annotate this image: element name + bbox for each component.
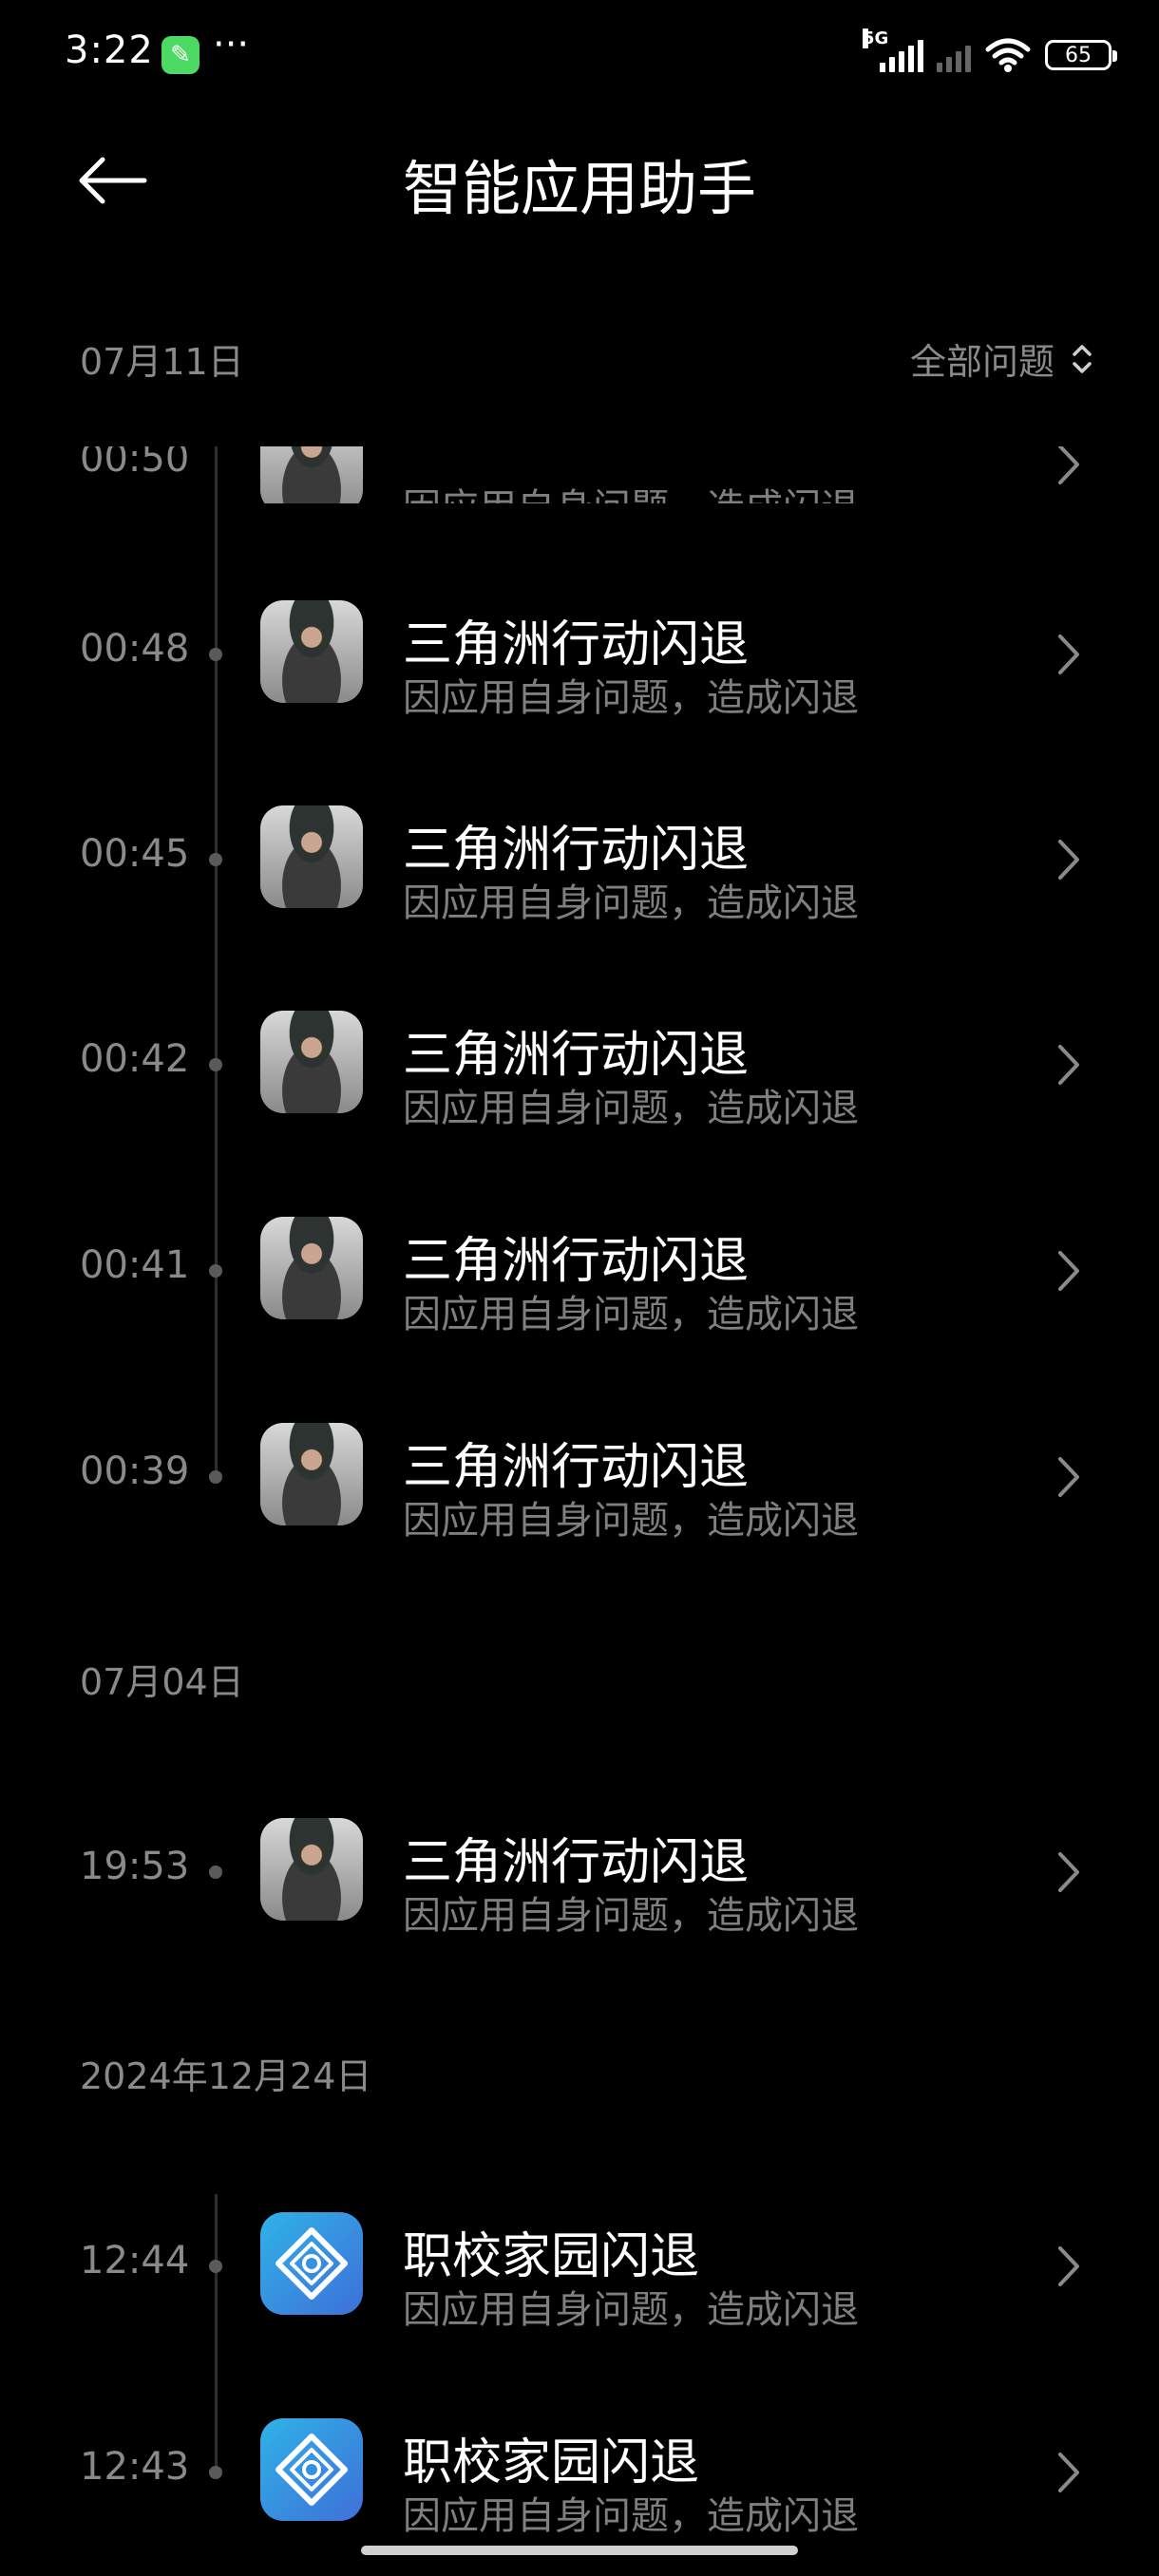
wifi-icon <box>985 38 1031 72</box>
record-time: 12:44 <box>80 2239 190 2282</box>
record-time: 00:45 <box>80 832 190 876</box>
timeline-dot <box>209 1058 222 1071</box>
crash-record-row[interactable]: 00:42 三角洲行动闪退 因应用自身问题，造成闪退 <box>0 969 1159 1159</box>
status-time: 3:22 <box>65 28 154 72</box>
record-title: 三角洲行动闪退 <box>403 1439 750 1496</box>
chevron-right-icon <box>1058 1251 1079 1291</box>
delta-force-game-icon <box>260 600 363 703</box>
timeline-dot <box>209 1470 222 1484</box>
page-title: 智能应用助手 <box>402 154 756 223</box>
list-viewport-clip: 00:50 因应用自身问题，造成闪退 <box>0 446 1159 503</box>
chevron-right-icon <box>1058 2246 1079 2286</box>
crash-record-row[interactable]: 00:41 三角洲行动闪退 因应用自身问题，造成闪退 <box>0 1175 1159 1365</box>
crash-record-row[interactable]: 00:50 因应用自身问题，造成闪退 <box>0 446 1159 503</box>
crash-record-row[interactable]: 12:44 职校家园闪退 因应用自身问题，造成闪退 <box>0 2170 1159 2360</box>
timeline-dot <box>209 2466 222 2479</box>
wrench-notification-icon: ✎ <box>162 36 200 74</box>
crash-record-row[interactable]: 12:43 职校家园闪退 因应用自身问题，造成闪退 <box>0 2377 1159 2567</box>
record-subtitle: 因应用自身问题，造成闪退 <box>403 2288 859 2332</box>
timeline-dot <box>209 853 222 866</box>
record-title: 职校家园闪退 <box>403 2434 700 2491</box>
delta-force-game-icon <box>260 1217 363 1319</box>
record-title: 三角洲行动闪退 <box>403 1027 750 1084</box>
record-subtitle: 因应用自身问题，造成闪退 <box>403 1499 859 1543</box>
delta-force-game-icon <box>260 446 363 503</box>
date-header: 07月04日 <box>80 1661 244 1703</box>
status-indicators: 5G 65 <box>863 28 1117 82</box>
record-time: 19:53 <box>80 1845 190 1888</box>
timeline-dot <box>209 2260 222 2273</box>
timeline-dot <box>209 1264 222 1278</box>
chevron-right-icon <box>1058 2453 1079 2492</box>
timeline-dot <box>209 648 222 661</box>
date-header: 07月11日 <box>80 341 244 383</box>
battery-level: 65 <box>1065 43 1092 67</box>
record-title: 职校家园闪退 <box>403 2228 700 2285</box>
school-logo-icon <box>276 2434 348 2506</box>
crash-record-row[interactable]: 00:39 三角洲行动闪退 因应用自身问题，造成闪退 <box>0 1381 1159 1571</box>
record-subtitle: 因应用自身问题，造成闪退 <box>403 1894 859 1938</box>
chevron-right-icon <box>1058 1457 1079 1497</box>
filter-label: 全部问题 <box>909 341 1054 383</box>
timeline-dot <box>209 1866 222 1879</box>
chevron-right-icon <box>1058 446 1079 484</box>
crash-record-row[interactable]: 00:48 三角洲行动闪退 因应用自身问题，造成闪退 <box>0 559 1159 748</box>
record-title: 三角洲行动闪退 <box>403 1233 750 1290</box>
record-subtitle: 因应用自身问题，造成闪退 <box>403 1087 859 1130</box>
delta-force-game-icon <box>260 805 363 908</box>
delta-force-game-icon <box>260 1818 363 1921</box>
record-subtitle: 因应用自身问题，造成闪退 <box>403 881 859 925</box>
network-type: 5G <box>863 28 889 48</box>
battery-icon: 65 <box>1045 40 1117 70</box>
home-indicator[interactable] <box>361 2546 798 2555</box>
record-time: 00:39 <box>80 1449 190 1493</box>
school-logo-icon <box>276 2227 348 2300</box>
date-header: 2024年12月24日 <box>80 2055 372 2097</box>
crash-record-row[interactable]: 00:45 三角洲行动闪退 因应用自身问题，造成闪退 <box>0 764 1159 954</box>
more-notifications-icon: ··· <box>213 23 250 66</box>
school-home-app-icon <box>260 2212 363 2315</box>
cellular-signal-icon: 5G <box>863 28 923 72</box>
delta-force-game-icon <box>260 1011 363 1113</box>
record-title: 三角洲行动闪退 <box>403 822 750 879</box>
record-time: 00:48 <box>80 627 190 671</box>
record-subtitle: 因应用自身问题，造成闪退 <box>403 676 859 720</box>
record-subtitle: 因应用自身问题，造成闪退 <box>403 2494 859 2538</box>
record-time: 00:42 <box>80 1037 190 1081</box>
sort-chevron-icon <box>1073 344 1092 373</box>
chevron-right-icon <box>1058 635 1079 674</box>
second-sim-signal-icon <box>937 38 971 72</box>
record-subtitle: 因应用自身问题，造成闪退 <box>403 1293 859 1336</box>
record-title: 三角洲行动闪退 <box>403 1834 750 1891</box>
issue-filter-dropdown[interactable]: 全部问题 <box>910 332 1092 385</box>
record-time: 00:50 <box>80 446 190 481</box>
crash-record-row[interactable]: 19:53 三角洲行动闪退 因应用自身问题，造成闪退 <box>0 1776 1159 1966</box>
record-time: 00:41 <box>80 1243 190 1287</box>
delta-force-game-icon <box>260 1423 363 1525</box>
chevron-right-icon <box>1058 1852 1079 1892</box>
school-home-app-icon <box>260 2418 363 2521</box>
record-title: 三角洲行动闪退 <box>403 616 750 673</box>
chevron-right-icon <box>1058 840 1079 880</box>
chevron-right-icon <box>1058 1045 1079 1085</box>
record-time: 12:43 <box>80 2445 190 2489</box>
record-subtitle: 因应用自身问题，造成闪退 <box>403 477 859 503</box>
